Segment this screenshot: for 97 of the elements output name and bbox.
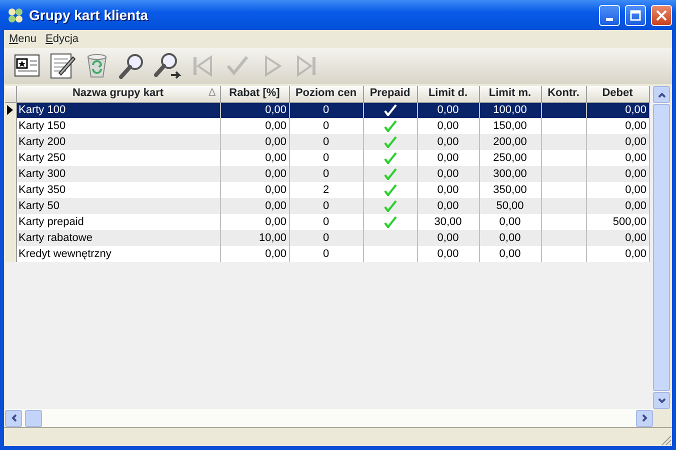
window-title: Grupy kart klienta <box>29 6 150 25</box>
minimize-button[interactable] <box>599 4 620 26</box>
table-cell: 0,00 <box>437 120 459 132</box>
column-header[interactable]: Limit d. <box>417 86 479 102</box>
table-cell: 0 <box>322 216 330 228</box>
column-header[interactable]: Debet <box>586 86 649 102</box>
scroll-down-button[interactable] <box>653 392 670 409</box>
table-cell: 0,00 <box>625 120 646 132</box>
table-cell: 0 <box>322 104 330 116</box>
table-cell: 30,00 <box>434 216 462 228</box>
table-cell: 0,00 <box>265 168 286 180</box>
table-cell: 350,00 <box>493 184 527 196</box>
table-cell: 0,00 <box>265 248 286 260</box>
table-cell: 0 <box>322 120 330 132</box>
table-cell: 500,00 <box>612 216 646 228</box>
table-cell: 0 <box>322 248 330 260</box>
table-cell: 0,00 <box>499 232 521 244</box>
table-row[interactable]: Karty 250 0,00 0 0,00 250,00 0,00 <box>5 150 649 166</box>
scroll-up-button[interactable] <box>653 86 670 103</box>
table-row[interactable]: Karty 150 0,00 0 0,00 150,00 0,00 <box>5 118 649 134</box>
table-cell: 0,00 <box>437 248 459 260</box>
table-cell: 50,00 <box>496 200 524 212</box>
table-cell: 0,00 <box>625 104 646 116</box>
table-cell: 0,00 <box>437 168 459 180</box>
minimize-icon <box>606 18 613 20</box>
resize-grip-icon[interactable] <box>660 434 672 446</box>
table-row[interactable]: Karty 50 0,00 0 0,00 50,00 0,00 <box>5 198 649 214</box>
table-cell: Karty 350 <box>18 184 66 196</box>
table-cell: 0,00 <box>437 200 459 212</box>
table-cell: Karty 100 <box>18 104 66 116</box>
table-cell: 150,00 <box>493 120 527 132</box>
table-cell: 0,00 <box>265 200 286 212</box>
table-cell: 0,00 <box>625 152 646 164</box>
column-header[interactable]: Poziom cen <box>289 86 363 102</box>
sort-indicator: ∆ <box>208 86 216 101</box>
table-cell: 0,00 <box>265 152 286 164</box>
table-row[interactable]: Karty 200 0,00 0 0,00 200,00 0,00 <box>5 134 649 150</box>
maximize-button[interactable] <box>625 4 646 26</box>
scroll-right-button[interactable] <box>636 410 653 426</box>
table-cell: 0,00 <box>437 152 459 164</box>
column-header[interactable]: Kontr. <box>541 86 586 102</box>
table-row[interactable]: Karty 300 0,00 0 0,00 300,00 0,00 <box>5 166 649 182</box>
app-icon <box>7 6 24 24</box>
table-cell: 200,00 <box>493 136 527 148</box>
table-cell: 0,00 <box>625 136 646 148</box>
table-row[interactable]: Karty prepaid 0,00 0 30,00 0,00 500,00 <box>5 214 649 230</box>
scroll-left-button[interactable] <box>5 410 22 426</box>
table-cell: 0,00 <box>437 232 459 244</box>
table-cell: 0 <box>322 200 330 212</box>
table-cell: Karty 300 <box>18 168 66 180</box>
close-button[interactable] <box>651 4 672 26</box>
table-cell: 0 <box>322 152 330 164</box>
table-cell: 0,00 <box>437 104 459 116</box>
table-cell: 0,00 <box>265 136 286 148</box>
table-cell: 0,00 <box>625 200 646 212</box>
table-cell: 0,00 <box>625 232 646 244</box>
scroll-thumb[interactable] <box>24 410 42 426</box>
table-cell: Karty rabatowe <box>18 232 92 244</box>
column-header[interactable]: Prepaid <box>363 86 417 102</box>
table-cell: Karty 200 <box>18 136 66 148</box>
close-icon <box>656 10 667 20</box>
table-cell: 0,00 <box>437 184 459 196</box>
table-row[interactable]: Kredyt wewnętrzny 0,00 0 0,00 0,00 0,00 <box>5 246 649 262</box>
table-cell: 10,00 <box>258 232 286 244</box>
column-header[interactable]: Rabat [%] <box>220 86 289 102</box>
column-header[interactable]: Limit m. <box>479 86 541 102</box>
menu-item[interactable]: Edycja <box>46 30 79 48</box>
table-cell: 0 <box>322 232 330 244</box>
table-cell: 0,00 <box>265 120 286 132</box>
menu-item[interactable]: Menu <box>9 30 37 48</box>
table-cell: 0,00 <box>625 184 646 196</box>
table-cell: 0,00 <box>625 248 646 260</box>
table-row[interactable]: Karty rabatowe 10,00 0 0,00 0,00 0,00 <box>5 230 649 246</box>
search-next-icon[interactable] <box>152 51 182 81</box>
table-cell: Karty prepaid <box>18 216 84 228</box>
table-cell: 0,00 <box>265 216 286 228</box>
table-cell: 100,00 <box>493 104 527 116</box>
maximize-icon <box>630 10 641 20</box>
table-cell: 250,00 <box>493 152 527 164</box>
table-cell: 0,00 <box>265 184 286 196</box>
table-row[interactable]: Karty 100 0,00 0 0,00 100,00 0,00 <box>5 102 649 118</box>
table-cell: 0,00 <box>265 104 286 116</box>
table-cell: Karty 250 <box>18 152 66 164</box>
table-cell: 0,00 <box>625 168 646 180</box>
table-cell: Karty 150 <box>18 120 66 132</box>
table-cell: Karty 50 <box>18 200 60 212</box>
table-cell: 0 <box>322 168 330 180</box>
table-row[interactable]: Karty 350 0,00 2 0,00 350,00 0,00 <box>5 182 649 198</box>
table-cell: 0,00 <box>499 248 521 260</box>
table-cell: 0,00 <box>499 216 521 228</box>
table-cell: 2 <box>322 184 330 196</box>
column-header[interactable]: Nazwa grupy kart <box>72 87 164 100</box>
table-cell: 0,00 <box>437 136 459 148</box>
row-pointer-icon <box>7 105 13 116</box>
table-cell: Kredyt wewnętrzny <box>18 248 112 260</box>
table-cell: 0 <box>322 136 330 148</box>
table-cell: 300,00 <box>493 168 527 180</box>
